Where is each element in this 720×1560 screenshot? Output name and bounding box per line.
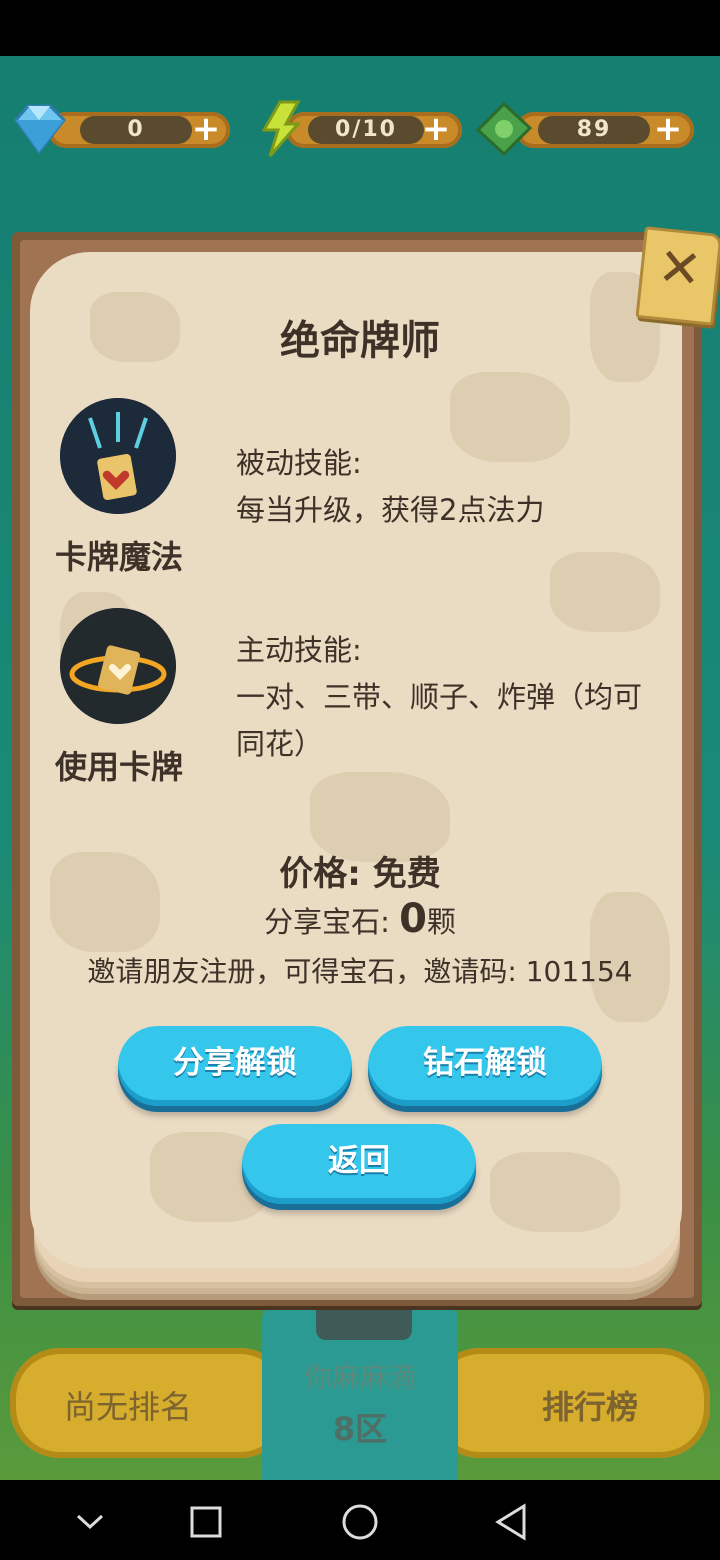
add-energy-button[interactable]: +	[420, 112, 452, 146]
skill2-type: 主动技能:	[236, 633, 362, 667]
diamond-unlock-button[interactable]: 钻石解锁	[368, 1026, 602, 1106]
leaderboard-label: 排行榜	[542, 1388, 639, 1426]
navigation-bar	[0, 1480, 720, 1560]
no-rank-label: 尚无排名	[64, 1388, 193, 1426]
cash-value: 89	[538, 116, 650, 144]
back-button[interactable]: 返回	[242, 1124, 476, 1204]
add-gems-button[interactable]: +	[190, 112, 222, 146]
share-gems-unit: 颗	[426, 905, 456, 939]
status-bar	[0, 0, 720, 56]
skill2-description-line2: 同花）	[236, 727, 324, 761]
skill1-description: 每当升级，获得2点法力	[236, 493, 545, 527]
add-cash-button[interactable]: +	[652, 112, 684, 146]
hero-title: 绝命牌师	[280, 318, 440, 364]
skill1-type: 被动技能:	[236, 446, 362, 480]
invite-text: 邀请朋友注册，可得宝石，邀请码: 101154	[87, 955, 633, 988]
recents-icon[interactable]	[176, 1496, 236, 1546]
skill2-name: 使用卡牌	[54, 748, 183, 786]
back-icon[interactable]	[482, 1496, 542, 1546]
energy-counter: 0/10 +	[258, 98, 462, 160]
share-gems: 分享宝石: 0颗	[30, 896, 690, 942]
skill1-name: 卡牌魔法	[54, 538, 183, 576]
no-rank-panel: 尚无排名	[10, 1348, 290, 1458]
bottom-bar: 尚无排名 排行榜 你麻麻滴 8区	[0, 1300, 720, 1480]
close-icon: ✕	[654, 236, 705, 302]
chevron-down-icon[interactable]	[60, 1496, 120, 1546]
share-gems-label: 分享宝石:	[264, 905, 400, 939]
gems-counter: 0 +	[8, 98, 230, 160]
card-magic-icon	[60, 398, 176, 514]
diamond-icon	[14, 104, 66, 155]
gems-value: 0	[80, 116, 192, 144]
skill2-description-line1: 一对、三带、顺子、炸弹（均可	[236, 680, 643, 714]
home-icon[interactable]	[330, 1496, 390, 1546]
use-card-icon	[60, 608, 176, 724]
cash-icon	[475, 101, 533, 157]
share-unlock-button[interactable]: 分享解锁	[118, 1026, 352, 1106]
energy-value: 0/10	[308, 116, 424, 144]
player-name: 你麻麻滴	[303, 1361, 416, 1394]
player-card: 你麻麻滴 8区	[262, 1300, 458, 1480]
leaderboard-button[interactable]: 排行榜	[430, 1348, 710, 1458]
price-label: 价格: 免费	[279, 854, 441, 894]
player-zone: 8区	[332, 1410, 388, 1448]
player-avatar	[316, 1304, 412, 1340]
lightning-icon	[261, 100, 302, 157]
cash-counter: 89 +	[472, 98, 694, 160]
share-gems-value: 0	[399, 896, 427, 942]
